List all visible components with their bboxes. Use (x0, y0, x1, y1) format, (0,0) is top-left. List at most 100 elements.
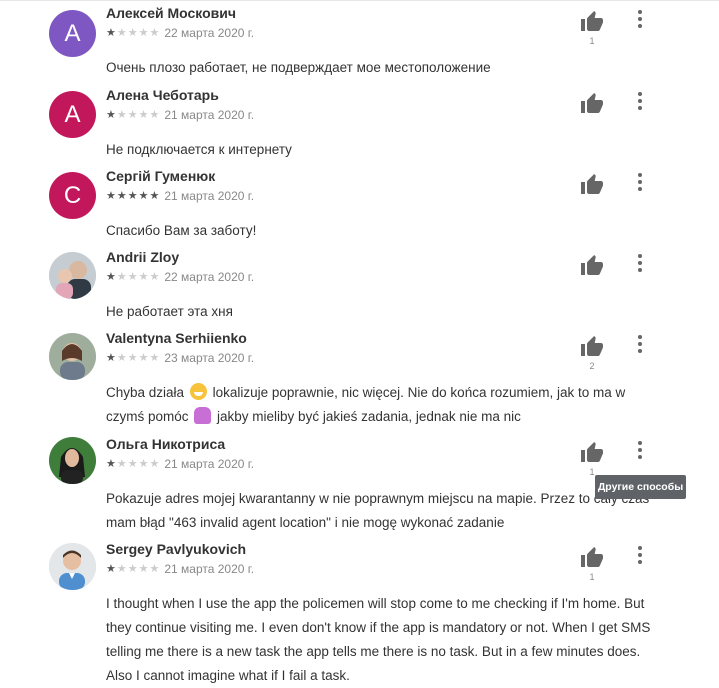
star-icon: ★ (116, 563, 128, 575)
more-options-icon[interactable] (630, 335, 650, 357)
rating-row: ★★★★★ 21 марта 2020 г. (106, 108, 254, 122)
star-icon: ★ (106, 190, 117, 202)
star-icon: ★ (138, 271, 150, 283)
more-options-icon[interactable] (630, 92, 650, 114)
star-icon: ★ (106, 352, 117, 364)
thumbs-up-icon[interactable] (580, 92, 604, 116)
star-rating: ★★★★★ (106, 562, 160, 576)
reviewer-name: Sergey Pavlyukovich (106, 541, 247, 557)
star-icon: ★ (138, 190, 150, 202)
like-count: 2 (589, 361, 595, 371)
star-icon: ★ (106, 109, 117, 121)
star-icon: ★ (127, 27, 139, 39)
avatar-photo (49, 543, 96, 590)
review-text: Спасибо Вам за заботу! (106, 219, 666, 243)
star-icon: ★ (149, 458, 161, 470)
thumbs-up-icon[interactable] (580, 335, 604, 359)
star-icon: ★ (127, 563, 139, 575)
rating-row: ★★★★★ 21 марта 2020 г. (106, 189, 254, 203)
star-icon: ★ (149, 352, 161, 364)
thumbs-up-icon[interactable] (580, 10, 604, 34)
grinning-face-icon (189, 383, 207, 400)
review-text-part: jakby mieliby być jakieś zadania, jednak… (213, 409, 521, 424)
avatar: А (49, 10, 96, 57)
thumbs-up-icon[interactable] (580, 441, 604, 465)
star-icon: ★ (127, 271, 139, 283)
review-text-part: Pokazuje adres mojej kwarantanny w nie p… (106, 491, 650, 530)
star-icon: ★ (106, 271, 117, 283)
avatar: А (49, 91, 96, 138)
review-date: 21 марта 2020 г. (164, 189, 255, 203)
star-icon: ★ (127, 458, 139, 470)
review-text-part: Очень плозо работает, не подверждает мое… (106, 60, 491, 75)
avatar-photo (49, 333, 96, 380)
avatar-photo (49, 437, 96, 484)
star-rating: ★★★★★ (106, 457, 160, 471)
like-count: 1 (589, 572, 595, 582)
review-date: 23 марта 2020 г. (164, 351, 255, 365)
star-icon: ★ (149, 27, 161, 39)
avatar (49, 252, 96, 299)
star-rating: ★★★★★ (106, 26, 160, 40)
person-shrugging-icon (194, 407, 212, 424)
thumbs-up-icon[interactable] (580, 173, 604, 197)
reviewer-name: Ольга Никотриса (106, 436, 226, 452)
star-icon: ★ (116, 190, 128, 202)
star-icon: ★ (149, 271, 161, 283)
star-icon: ★ (106, 27, 117, 39)
star-icon: ★ (149, 109, 161, 121)
star-rating: ★★★★★ (106, 351, 160, 365)
review-date: 21 марта 2020 г. (164, 562, 255, 576)
rating-row: ★★★★★ 21 марта 2020 г. (106, 457, 254, 471)
avatar: С (49, 172, 96, 219)
star-icon: ★ (116, 458, 128, 470)
review-text-part: Не подключается к интернету (106, 142, 292, 157)
review-text: Очень плозо работает, не подверждает мое… (106, 56, 666, 80)
like-count: 1 (589, 36, 595, 46)
star-icon: ★ (116, 27, 128, 39)
review-text: Не подключается к интернету (106, 138, 666, 162)
rating-row: ★★★★★ 23 марта 2020 г. (106, 351, 254, 365)
star-icon: ★ (116, 352, 128, 364)
review-text: Chyba działa lokalizuje poprawnie, nic w… (106, 381, 666, 429)
review-text: Pokazuje adres mojej kwarantanny w nie p… (106, 487, 666, 535)
rating-row: ★★★★★ 22 марта 2020 г. (106, 26, 254, 40)
reviewer-name: Алена Чеботарь (106, 87, 219, 103)
review-text: I thought when I use the app the policem… (106, 592, 666, 688)
star-icon: ★ (106, 563, 117, 575)
avatar (49, 437, 96, 484)
review-text: Не работает эта хня (106, 300, 666, 324)
more-options-icon[interactable] (630, 546, 650, 568)
star-icon: ★ (116, 109, 128, 121)
reviewer-name: Valentyna Serhiienko (106, 330, 247, 346)
more-options-icon[interactable] (630, 254, 650, 276)
star-icon: ★ (138, 109, 150, 121)
rating-row: ★★★★★ 21 марта 2020 г. (106, 562, 254, 576)
thumbs-up-icon[interactable] (580, 546, 604, 570)
more-options-icon[interactable] (630, 173, 650, 195)
reviewer-name: Алексей Москович (106, 5, 237, 21)
thumbs-up-icon[interactable] (580, 254, 604, 278)
star-icon: ★ (116, 271, 128, 283)
avatar (49, 543, 96, 590)
review-text-part: Спасибо Вам за заботу! (106, 223, 257, 238)
star-icon: ★ (149, 190, 161, 202)
avatar-photo (49, 252, 96, 299)
star-icon: ★ (138, 563, 150, 575)
star-icon: ★ (138, 458, 150, 470)
rating-row: ★★★★★ 22 марта 2020 г. (106, 270, 254, 284)
more-options-icon[interactable] (630, 10, 650, 32)
star-icon: ★ (138, 27, 150, 39)
review-date: 22 марта 2020 г. (164, 270, 255, 284)
star-icon: ★ (106, 458, 117, 470)
review-text-part: I thought when I use the app the policem… (106, 596, 651, 683)
more-options-icon[interactable] (630, 441, 650, 463)
star-icon: ★ (127, 190, 139, 202)
top-divider (0, 0, 719, 1)
star-icon: ★ (127, 109, 139, 121)
review-text-part: Chyba działa (106, 385, 188, 400)
review-date: 21 марта 2020 г. (164, 108, 255, 122)
star-icon: ★ (138, 352, 150, 364)
avatar (49, 333, 96, 380)
star-rating: ★★★★★ (106, 108, 160, 122)
